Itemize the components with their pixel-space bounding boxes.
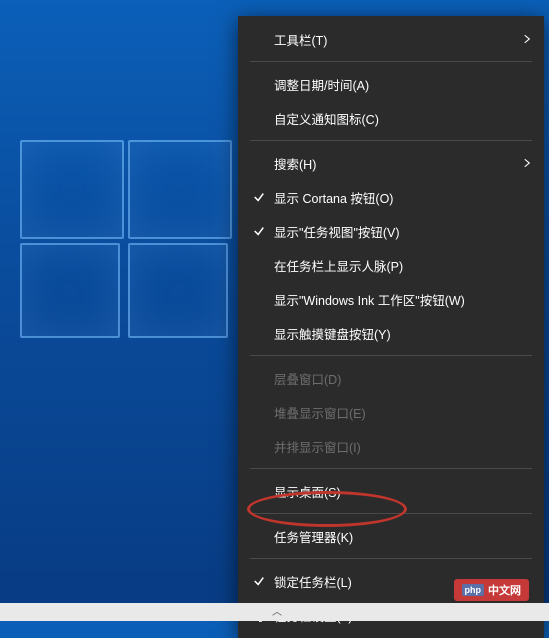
menu-label: 并排显示窗口(I) [270,437,530,456]
menu-label: 调整日期/时间(A) [270,75,530,94]
menu-label: 显示"任务视图"按钮(V) [270,222,530,241]
menu-item-custom-icons[interactable]: 自定义通知图标(C) [238,101,544,135]
menu-item-show-touch-keyboard[interactable]: 显示触摸键盘按钮(Y) [238,316,544,350]
menu-label: 显示触摸键盘按钮(Y) [270,324,530,343]
checkmark-icon [248,575,270,587]
menu-label: 任务管理器(K) [270,527,530,546]
menu-item-task-manager[interactable]: 任务管理器(K) [238,519,544,553]
menu-item-show-people[interactable]: 在任务栏上显示人脉(P) [238,248,544,282]
watermark-badge: php 中文网 [454,579,530,601]
menu-separator [250,140,532,141]
menu-separator [250,513,532,514]
taskbar-context-menu: 工具栏(T) 调整日期/时间(A) 自定义通知图标(C) 搜索(H) 显示 Co… [238,16,544,638]
menu-item-toolbars[interactable]: 工具栏(T) [238,22,544,56]
menu-item-stacked-windows: 堆叠显示窗口(E) [238,395,544,429]
submenu-arrow-icon [518,158,530,168]
desktop-wallpaper-windows-logo [0,140,230,340]
menu-label: 显示 Cortana 按钮(O) [270,188,530,207]
menu-label: 在任务栏上显示人脉(P) [270,256,530,275]
menu-separator [250,558,532,559]
menu-label: 自定义通知图标(C) [270,109,530,128]
menu-label: 工具栏(T) [270,30,518,49]
menu-item-sidebyside-windows: 并排显示窗口(I) [238,429,544,463]
checkmark-icon [248,225,270,237]
watermark-text: 中文网 [488,582,521,598]
checkmark-icon [248,191,270,203]
menu-label: 堆叠显示窗口(E) [270,403,530,422]
menu-separator [250,355,532,356]
menu-label: 层叠窗口(D) [270,369,530,388]
submenu-arrow-icon [518,34,530,44]
menu-item-show-desktop[interactable]: 显示桌面(S) [238,474,544,508]
menu-label: 显示桌面(S) [270,482,530,501]
tray-chevron-up-icon[interactable]: ︿ [272,603,282,618]
menu-item-show-cortana[interactable]: 显示 Cortana 按钮(O) [238,180,544,214]
menu-item-show-taskview[interactable]: 显示"任务视图"按钮(V) [238,214,544,248]
menu-separator [250,468,532,469]
menu-item-show-ink[interactable]: 显示"Windows Ink 工作区"按钮(W) [238,282,544,316]
menu-item-adjust-date[interactable]: 调整日期/时间(A) [238,67,544,101]
watermark-php: php [462,584,485,596]
menu-label: 显示"Windows Ink 工作区"按钮(W) [270,290,530,309]
menu-item-search[interactable]: 搜索(H) [238,146,544,180]
menu-separator [250,61,532,62]
menu-label: 搜索(H) [270,154,518,173]
menu-item-cascade-windows: 层叠窗口(D) [238,361,544,395]
